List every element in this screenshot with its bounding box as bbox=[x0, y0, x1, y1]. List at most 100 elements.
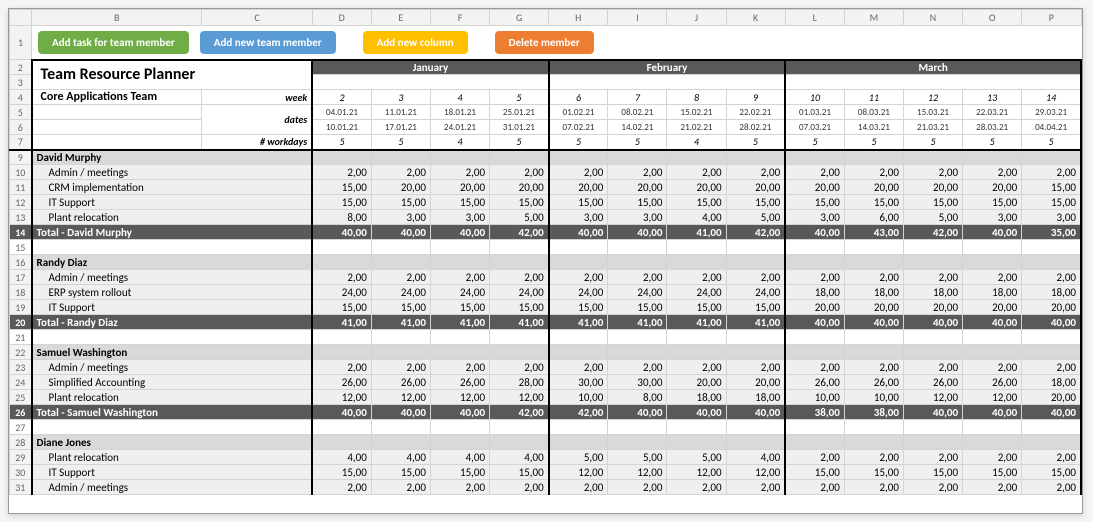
row-header[interactable]: 15 bbox=[10, 240, 32, 255]
cell[interactable]: 2,00 bbox=[430, 480, 489, 495]
cell[interactable]: 18,00 bbox=[1022, 285, 1081, 300]
cell[interactable]: 10,00 bbox=[785, 390, 844, 405]
cell[interactable]: 40,00 bbox=[371, 405, 430, 420]
add-task-button[interactable]: Add task for team member bbox=[38, 31, 189, 54]
col-header[interactable]: O bbox=[963, 10, 1022, 26]
row-header[interactable]: 21 bbox=[10, 330, 32, 345]
cell[interactable]: 2,00 bbox=[963, 480, 1022, 495]
cell[interactable]: 12,00 bbox=[903, 390, 962, 405]
row-header[interactable]: 23 bbox=[10, 360, 32, 375]
cell[interactable]: 15,00 bbox=[371, 465, 430, 480]
row-header[interactable]: 6 bbox=[10, 120, 32, 135]
row-header[interactable]: 27 bbox=[10, 420, 32, 435]
row-header[interactable]: 10 bbox=[10, 165, 32, 180]
cell[interactable]: 41,00 bbox=[549, 315, 608, 330]
cell[interactable]: 2,00 bbox=[312, 480, 371, 495]
cell[interactable]: 26,00 bbox=[903, 375, 962, 390]
cell[interactable]: 40,00 bbox=[1022, 315, 1081, 330]
cell[interactable]: 15,00 bbox=[785, 465, 844, 480]
cell[interactable]: 2,00 bbox=[608, 360, 667, 375]
cell[interactable]: 2,00 bbox=[371, 480, 430, 495]
task-name[interactable]: Simplified Accounting bbox=[32, 375, 313, 390]
col-header[interactable]: N bbox=[903, 10, 962, 26]
cell[interactable]: 2,00 bbox=[726, 360, 785, 375]
cell[interactable]: 2,00 bbox=[312, 360, 371, 375]
cell[interactable]: 40,00 bbox=[785, 225, 844, 240]
cell[interactable]: 4,00 bbox=[726, 450, 785, 465]
cell[interactable]: 15,00 bbox=[963, 195, 1022, 210]
cell[interactable]: 15,00 bbox=[430, 465, 489, 480]
cell[interactable]: 2,00 bbox=[726, 270, 785, 285]
row-header[interactable]: 29 bbox=[10, 450, 32, 465]
row-header[interactable]: 4 bbox=[10, 90, 32, 105]
cell[interactable]: 40,00 bbox=[844, 315, 903, 330]
cell[interactable]: 4,00 bbox=[312, 450, 371, 465]
cell[interactable]: 20,00 bbox=[667, 375, 726, 390]
col-header[interactable]: D bbox=[312, 10, 371, 26]
cell[interactable]: 15,00 bbox=[490, 195, 549, 210]
cell[interactable]: 15,00 bbox=[490, 465, 549, 480]
cell[interactable]: 12,00 bbox=[963, 390, 1022, 405]
cell[interactable]: 12,00 bbox=[726, 465, 785, 480]
cell[interactable]: 2,00 bbox=[667, 360, 726, 375]
cell[interactable]: 41,00 bbox=[430, 315, 489, 330]
cell[interactable]: 41,00 bbox=[490, 315, 549, 330]
row-header[interactable]: 26 bbox=[10, 405, 32, 420]
cell[interactable]: 5,00 bbox=[667, 450, 726, 465]
cell[interactable]: 15,00 bbox=[726, 300, 785, 315]
cell[interactable]: 5,00 bbox=[903, 210, 962, 225]
cell[interactable]: 2,00 bbox=[963, 165, 1022, 180]
cell[interactable]: 4,00 bbox=[490, 450, 549, 465]
cell[interactable]: 2,00 bbox=[490, 165, 549, 180]
col-header[interactable]: J bbox=[667, 10, 726, 26]
cell[interactable]: 15,00 bbox=[312, 465, 371, 480]
cell[interactable]: 41,00 bbox=[608, 315, 667, 330]
cell[interactable]: 15,00 bbox=[1022, 195, 1081, 210]
cell[interactable]: 18,00 bbox=[726, 390, 785, 405]
cell[interactable]: 2,00 bbox=[371, 165, 430, 180]
cell[interactable]: 24,00 bbox=[312, 285, 371, 300]
cell[interactable]: 40,00 bbox=[608, 225, 667, 240]
cell[interactable]: 2,00 bbox=[785, 360, 844, 375]
cell[interactable]: 4,00 bbox=[667, 210, 726, 225]
cell[interactable]: 42,00 bbox=[726, 225, 785, 240]
cell[interactable]: 15,00 bbox=[371, 300, 430, 315]
cell[interactable]: 15,00 bbox=[430, 300, 489, 315]
cell[interactable]: 2,00 bbox=[785, 165, 844, 180]
row-header[interactable]: 19 bbox=[10, 300, 32, 315]
cell[interactable]: 2,00 bbox=[726, 480, 785, 495]
cell[interactable]: 3,00 bbox=[430, 210, 489, 225]
row-header[interactable]: 13 bbox=[10, 210, 32, 225]
cell[interactable]: 2,00 bbox=[785, 450, 844, 465]
cell[interactable]: 24,00 bbox=[667, 285, 726, 300]
cell[interactable]: 3,00 bbox=[549, 210, 608, 225]
cell[interactable]: 20,00 bbox=[1022, 390, 1081, 405]
cell[interactable]: 20,00 bbox=[726, 180, 785, 195]
cell[interactable]: 26,00 bbox=[844, 375, 903, 390]
cell[interactable]: 15,00 bbox=[430, 195, 489, 210]
cell[interactable]: 15,00 bbox=[312, 300, 371, 315]
cell[interactable]: 2,00 bbox=[608, 165, 667, 180]
cell[interactable]: 20,00 bbox=[963, 300, 1022, 315]
cell[interactable]: 12,00 bbox=[312, 390, 371, 405]
cell[interactable]: 2,00 bbox=[903, 450, 962, 465]
cell[interactable]: 40,00 bbox=[726, 405, 785, 420]
cell[interactable]: 2,00 bbox=[1022, 270, 1081, 285]
cell[interactable]: 40,00 bbox=[312, 405, 371, 420]
delete-member-button[interactable]: Delete member bbox=[495, 31, 594, 54]
row-header[interactable]: 11 bbox=[10, 180, 32, 195]
cell[interactable]: 28,00 bbox=[490, 375, 549, 390]
cell[interactable]: 20,00 bbox=[903, 180, 962, 195]
cell[interactable]: 4,00 bbox=[430, 450, 489, 465]
row-header[interactable]: 17 bbox=[10, 270, 32, 285]
cell[interactable]: 10,00 bbox=[549, 390, 608, 405]
cell[interactable]: 20,00 bbox=[490, 180, 549, 195]
cell[interactable]: 20,00 bbox=[844, 180, 903, 195]
add-column-button[interactable]: Add new column bbox=[363, 31, 468, 54]
row-header[interactable]: 18 bbox=[10, 285, 32, 300]
task-name[interactable]: Plant relocation bbox=[32, 450, 313, 465]
cell[interactable]: 12,00 bbox=[549, 465, 608, 480]
cell[interactable]: 3,00 bbox=[785, 210, 844, 225]
cell[interactable]: 3,00 bbox=[608, 210, 667, 225]
cell[interactable]: 24,00 bbox=[726, 285, 785, 300]
